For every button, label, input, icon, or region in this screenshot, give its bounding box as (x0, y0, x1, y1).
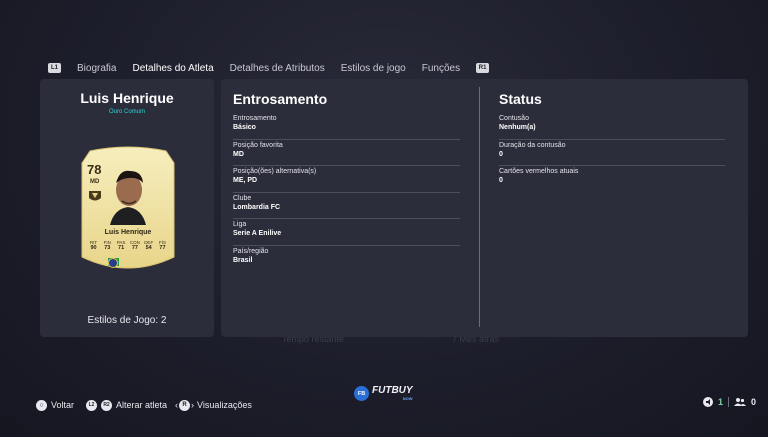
counter-separator (727, 397, 729, 407)
entrosamento-title: Entrosamento (233, 91, 328, 107)
futbuy-wordmark: FUTBUY NOW (372, 385, 413, 402)
stat-shooting: FIN 73 (103, 240, 111, 251)
change-player-label[interactable]: Alterar atleta (116, 400, 167, 410)
field-entrosamento: Entrosamento Básico (233, 113, 460, 140)
counter-second: 0 (750, 397, 756, 407)
counters: 1 0 (702, 397, 756, 407)
circle-button-icon[interactable]: ○ (36, 399, 47, 411)
card-player-name: Luis Henrique (104, 229, 152, 236)
tab-funcoes[interactable]: Funções (422, 63, 460, 74)
r3-button-icon[interactable]: R (179, 399, 191, 411)
field-contusao: Contusão Nenhum(a) (499, 113, 725, 140)
card-position: MD (90, 179, 100, 185)
counter-first: 1 (717, 397, 723, 407)
r1-button-icon[interactable]: R1 (476, 63, 490, 73)
tab-estilos-de-jogo[interactable]: Estilos de jogo (341, 63, 406, 74)
field-duracao-contusao: Duração da contusão 0 (499, 140, 725, 166)
card-stats: RIT 90 FIN 73 PAS 71 CON 77 DEF 54 FÍS 77 (87, 240, 169, 252)
people-icon (733, 398, 746, 406)
status-title: Status (499, 91, 542, 107)
stat-dribbling: CON 77 (129, 240, 140, 251)
field-posicao-favorita: Posição favorita MD (233, 140, 460, 166)
club-badge-icon (108, 258, 118, 268)
card-rarity: Ouro Comum (108, 109, 145, 115)
futbuy-logo: FB FUTBUY NOW (354, 386, 413, 401)
chevron-left-icon: ‹ (175, 400, 179, 410)
footer-controls: ○ Voltar L2 R2 Alterar atleta ‹ R › Visu… (36, 398, 252, 412)
stat-passing: PAS 71 (116, 240, 126, 251)
tab-biografia[interactable]: Biografia (77, 63, 116, 74)
field-liga: Liga Serie A Enilive (233, 219, 460, 246)
player-card[interactable]: 78 MD Luis Henrique RIT 90 FIN 73 PAS 71 CO… (80, 145, 176, 275)
details-panel: Entrosamento Entrosamento Básico Posição … (221, 79, 748, 337)
field-cartoes-vermelhos: Cartões vermelhos atuais 0 (499, 168, 579, 184)
tab-detalhes-do-atleta[interactable]: Detalhes do Atleta (132, 63, 213, 74)
back-label[interactable]: Voltar (51, 400, 74, 410)
field-clube: Clube Lombardia FC (233, 193, 460, 219)
stat-pace: RIT 90 (89, 240, 98, 251)
futbuy-badge-icon: FB (354, 386, 369, 401)
player-name: Luis Henrique (80, 90, 174, 106)
club-crest-icon (89, 191, 101, 201)
panel-divider (479, 87, 480, 327)
player-panel: Luis Henrique Ouro Comum 78 MD Luis Henr… (40, 79, 214, 337)
playstyles-count: Estilos de Jogo: 2 (87, 315, 167, 326)
l2-button-icon[interactable]: L2 (86, 399, 98, 411)
field-pais-regiao: País/região Brasil (233, 247, 269, 264)
speaker-icon (702, 397, 713, 407)
stat-defending: DEF 54 (144, 240, 154, 251)
tab-detalhes-de-atributos[interactable]: Detalhes de Atributos (230, 63, 325, 74)
field-posicoes-alternativas: Posição(ões) alternativa(s) ME, PD (233, 166, 460, 193)
status-list: Contusão Nenhum(a) Duração da contusão 0 C… (499, 113, 725, 193)
l1-button-icon[interactable]: L1 (48, 63, 61, 73)
views-label[interactable]: Visualizações (197, 400, 252, 410)
stat-physical: FÍS 77 (158, 240, 166, 251)
chevron-right-icon: › (191, 400, 195, 410)
tab-bar: L1 Biografia Detalhes do Atleta Detalhes… (48, 60, 490, 76)
entrosamento-list: Entrosamento Básico Posição favorita MD Po… (233, 113, 460, 272)
r2-button-icon[interactable]: R2 (101, 399, 113, 411)
card-rating: 78 (87, 162, 102, 177)
